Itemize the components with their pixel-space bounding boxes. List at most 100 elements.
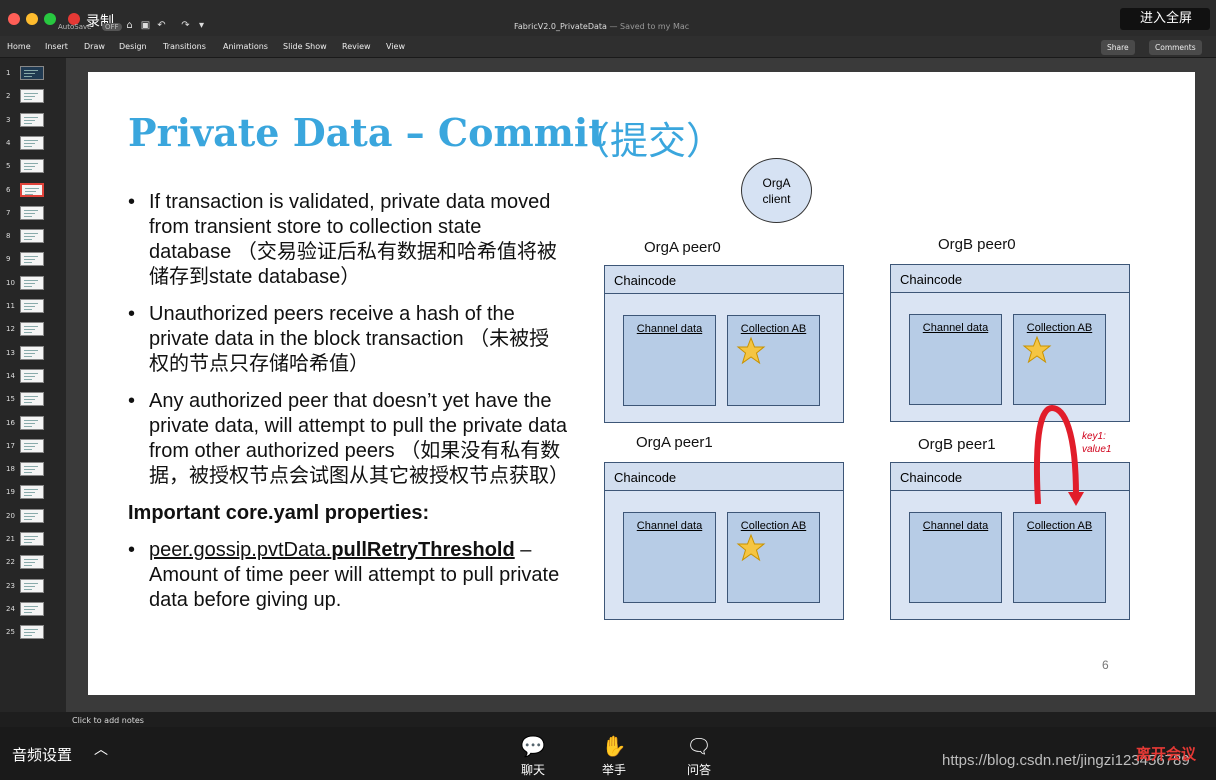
slide-thumbnail-number: 1 bbox=[6, 69, 11, 77]
slide-thumbnail[interactable]: 7 bbox=[6, 205, 56, 222]
slide-thumbnail[interactable]: 15 bbox=[6, 392, 56, 408]
bullet-item: • Any authorized peer that doesn’t yet ha… bbox=[128, 390, 569, 487]
slide-thumbnail[interactable]: 22 bbox=[6, 555, 56, 571]
close-window-button[interactable] bbox=[8, 13, 20, 25]
bullet-text: If transaction is validated, private dat… bbox=[149, 191, 557, 288]
orga-client-node: OrgA client bbox=[741, 158, 812, 223]
chat-label: 聊天 bbox=[520, 763, 545, 777]
autosave-toggle[interactable]: OFF bbox=[102, 23, 122, 31]
slide-thumbnail[interactable]: 9 bbox=[6, 252, 56, 268]
slide-thumbnail[interactable]: 24 bbox=[6, 601, 56, 618]
leave-meeting-button[interactable]: 离开会议 bbox=[1136, 743, 1196, 764]
tab-transitions[interactable]: Transitions bbox=[163, 42, 206, 51]
chevron-up-icon[interactable]: ︿ bbox=[94, 739, 108, 759]
slide-thumbnail[interactable]: 8 bbox=[6, 229, 56, 245]
bullet-item: • Unauthorized peers receive a hash of th… bbox=[128, 303, 550, 375]
slide-thumbnail-preview bbox=[20, 275, 44, 290]
bullet-text: Any authorized peer that doesn’t yet hav… bbox=[149, 390, 569, 487]
minimize-window-button[interactable] bbox=[26, 13, 38, 25]
tab-draw[interactable]: Draw bbox=[84, 42, 105, 51]
chat-button[interactable]: 💬 聊天 bbox=[508, 733, 558, 778]
slide-thumbnail-preview bbox=[20, 578, 44, 593]
tab-review[interactable]: Review bbox=[342, 42, 371, 51]
home-icon[interactable]: ⌂ bbox=[124, 20, 135, 31]
share-label: Share bbox=[1107, 43, 1129, 52]
slide-thumbnail[interactable]: 10 bbox=[6, 275, 56, 292]
audio-settings-button[interactable]: 音频设置 bbox=[12, 744, 72, 765]
comments-button[interactable]: Comments bbox=[1149, 40, 1202, 55]
collection-ab-box: Collection AB bbox=[727, 512, 820, 603]
slide-thumbnail[interactable]: 1 bbox=[6, 66, 56, 82]
slide-thumbnail[interactable]: 20 bbox=[6, 508, 56, 525]
slide-thumbnail[interactable]: 3 bbox=[6, 112, 56, 129]
slide-thumbnail[interactable]: 11 bbox=[6, 299, 56, 315]
slide-thumbnail-number: 13 bbox=[6, 348, 15, 357]
slide-thumbnail[interactable]: 23 bbox=[6, 578, 56, 595]
slide-thumbnail-number: 19 bbox=[6, 488, 15, 497]
slide-canvas[interactable]: Private Data – Commit （提交） • If transacti… bbox=[88, 72, 1195, 695]
bullet-item: • peer.gossip.pvtData.pullRetryThreshold … bbox=[128, 539, 560, 611]
tab-slide-show[interactable]: Slide Show bbox=[283, 42, 327, 51]
slide-thumbnail-preview bbox=[20, 66, 44, 80]
annotation-key: key1: bbox=[1082, 431, 1106, 442]
document-name: FabricV2.0_PrivateData bbox=[514, 22, 607, 31]
autosave-label: AutoSave bbox=[58, 23, 92, 31]
window-titlebar: 录制 AutoSave OFF ⌂ ▣ ↶ ↷ ▾ FabricV2.0_Pri… bbox=[0, 0, 1216, 36]
slide-thumbnail-number: 11 bbox=[6, 302, 15, 310]
slide-thumbnail-preview bbox=[20, 182, 44, 197]
fullscreen-label: 进入全屏 bbox=[1140, 11, 1193, 26]
slide-thumbnail-number: 12 bbox=[6, 325, 15, 334]
tab-insert[interactable]: Insert bbox=[45, 42, 68, 51]
slide-thumbnail-preview bbox=[20, 89, 44, 104]
slide-thumbnail[interactable]: 17 bbox=[6, 438, 56, 455]
client-line1: OrgA bbox=[762, 176, 791, 190]
notes-placeholder[interactable]: Click to add notes bbox=[72, 716, 144, 725]
raise-hand-label: 举手 bbox=[601, 763, 626, 777]
meeting-control-bar: 音频设置 ︿ 💬 聊天 ✋ 举手 🗨 问答 https://blog.csdn.… bbox=[0, 727, 1216, 780]
bullet-list: • If transaction is validated, private da… bbox=[128, 190, 569, 625]
slide-thumbnail-preview bbox=[20, 625, 44, 640]
slide-thumbnail[interactable]: 2 bbox=[6, 89, 56, 105]
redo-icon[interactable]: ↷ bbox=[180, 20, 191, 31]
slide-thumbnail-preview bbox=[20, 345, 44, 360]
slide-thumbnail[interactable]: 13 bbox=[6, 345, 56, 362]
star-icon bbox=[1022, 335, 1052, 364]
slide-thumbnail-number: 22 bbox=[6, 558, 15, 567]
slide-thumbnail[interactable]: 25 bbox=[6, 625, 56, 641]
slide-thumbnail-number: 7 bbox=[6, 208, 11, 217]
slide-thumbnail-preview bbox=[20, 415, 44, 430]
slide-thumbnail[interactable]: 4 bbox=[6, 135, 56, 152]
slide-thumbnail[interactable]: 5 bbox=[6, 159, 56, 175]
comments-label: Comments bbox=[1155, 43, 1196, 52]
fullscreen-button[interactable]: 进入全屏 bbox=[1120, 8, 1210, 30]
bullet-item: • If transaction is validated, private da… bbox=[128, 191, 557, 288]
undo-icon[interactable]: ↶ bbox=[156, 20, 167, 31]
slide-thumbnail[interactable]: 14 bbox=[6, 368, 56, 385]
slide-thumbnail[interactable]: 18 bbox=[6, 462, 56, 478]
save-icon[interactable]: ▣ bbox=[140, 20, 151, 31]
slide-thumbnail-preview bbox=[20, 555, 44, 570]
channel-data-box: Channel data bbox=[623, 512, 716, 603]
raise-hand-button[interactable]: ✋ 举手 bbox=[589, 733, 639, 778]
tab-animations[interactable]: Animations bbox=[223, 42, 268, 51]
tab-home[interactable]: Home bbox=[7, 42, 31, 51]
qa-button[interactable]: 🗨 问答 bbox=[674, 733, 724, 778]
slide-title: Private Data – Commit bbox=[128, 110, 606, 155]
slide-thumbnail-preview bbox=[20, 392, 44, 407]
slide-thumbnail-number: 21 bbox=[6, 535, 15, 543]
slide-thumbnail-number: 16 bbox=[6, 418, 15, 427]
maximize-window-button[interactable] bbox=[44, 13, 56, 25]
slide-thumbnail[interactable]: 12 bbox=[6, 322, 56, 338]
slide-thumbnail-preview bbox=[20, 112, 44, 127]
slide-thumbnail-preview bbox=[20, 299, 44, 313]
share-button[interactable]: Share bbox=[1101, 40, 1135, 55]
tab-view[interactable]: View bbox=[386, 42, 405, 51]
slide-thumbnail-preview bbox=[20, 532, 44, 546]
slide-thumbnail[interactable]: 19 bbox=[6, 485, 56, 501]
slide-thumbnail[interactable]: 6 bbox=[6, 182, 56, 199]
slide-thumbnail[interactable]: 21 bbox=[6, 532, 56, 548]
tab-design[interactable]: Design bbox=[119, 42, 147, 51]
customize-toolbar-icon[interactable]: ▾ bbox=[196, 20, 207, 31]
channel-data-box: Channel data bbox=[623, 315, 716, 406]
slide-thumbnail[interactable]: 16 bbox=[6, 415, 56, 432]
